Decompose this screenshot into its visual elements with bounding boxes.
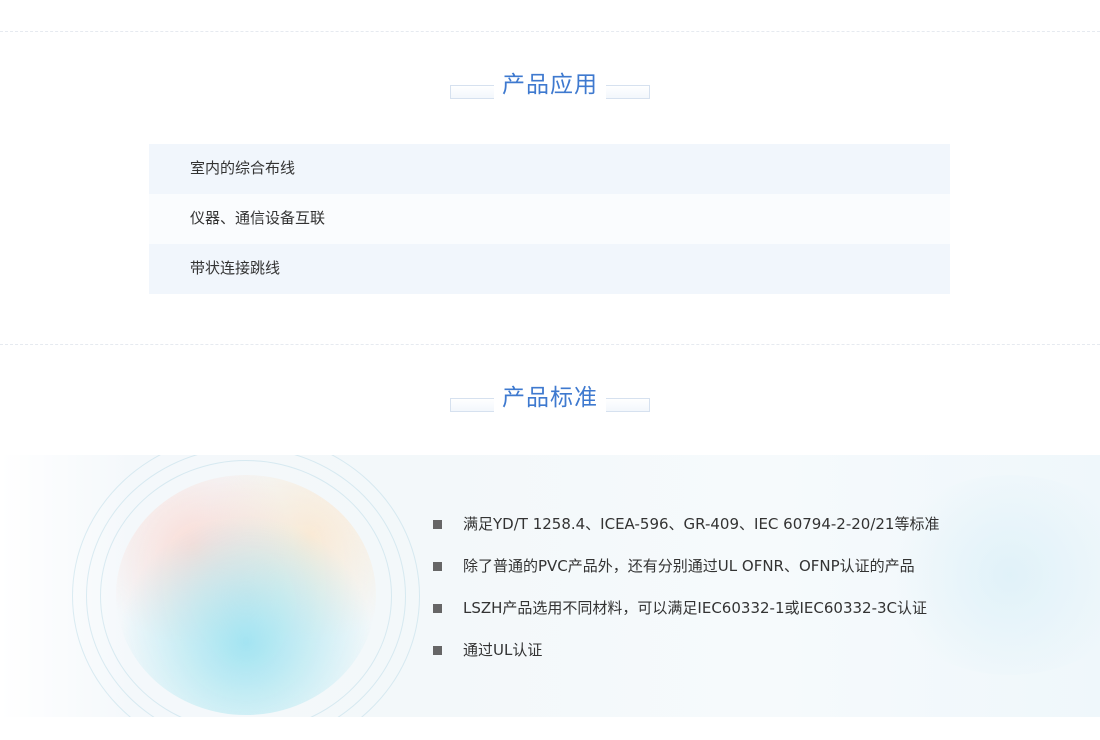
standard-item: 通过UL认证 <box>433 637 993 679</box>
top-divider <box>0 31 1100 32</box>
standards-section-title: 产品标准 <box>450 384 650 424</box>
standard-item-text: 通过UL认证 <box>463 641 543 659</box>
applications-list: 室内的综合布线 仪器、通信设备互联 带状连接跳线 <box>149 144 950 294</box>
square-bullet-icon <box>433 520 442 529</box>
standard-item-text: 除了普通的PVC产品外，还有分别通过UL OFNR、OFNP认证的产品 <box>463 557 915 575</box>
standard-item: 除了普通的PVC产品外，还有分别通过UL OFNR、OFNP认证的产品 <box>433 553 993 595</box>
applications-section-title: 产品应用 <box>450 71 650 111</box>
globe-ring-decoration <box>72 455 420 717</box>
standard-item-text: 满足YD/T 1258.4、ICEA-596、GR-409、IEC 60794-… <box>463 515 940 533</box>
square-bullet-icon <box>433 646 442 655</box>
middle-divider <box>0 344 1100 345</box>
standards-title-text: 产品标准 <box>494 384 606 414</box>
square-bullet-icon <box>433 604 442 613</box>
application-item: 仪器、通信设备互联 <box>149 194 950 244</box>
standard-item-text: LSZH产品选用不同材料，可以满足IEC60332-1或IEC60332-3C认… <box>463 599 928 617</box>
square-bullet-icon <box>433 562 442 571</box>
application-item: 带状连接跳线 <box>149 244 950 294</box>
application-item: 室内的综合布线 <box>149 144 950 194</box>
applications-title-text: 产品应用 <box>494 71 606 101</box>
standards-list: 满足YD/T 1258.4、ICEA-596、GR-409、IEC 60794-… <box>433 511 993 679</box>
standard-item: 满足YD/T 1258.4、ICEA-596、GR-409、IEC 60794-… <box>433 511 993 553</box>
standard-item: LSZH产品选用不同材料，可以满足IEC60332-1或IEC60332-3C认… <box>433 595 993 637</box>
